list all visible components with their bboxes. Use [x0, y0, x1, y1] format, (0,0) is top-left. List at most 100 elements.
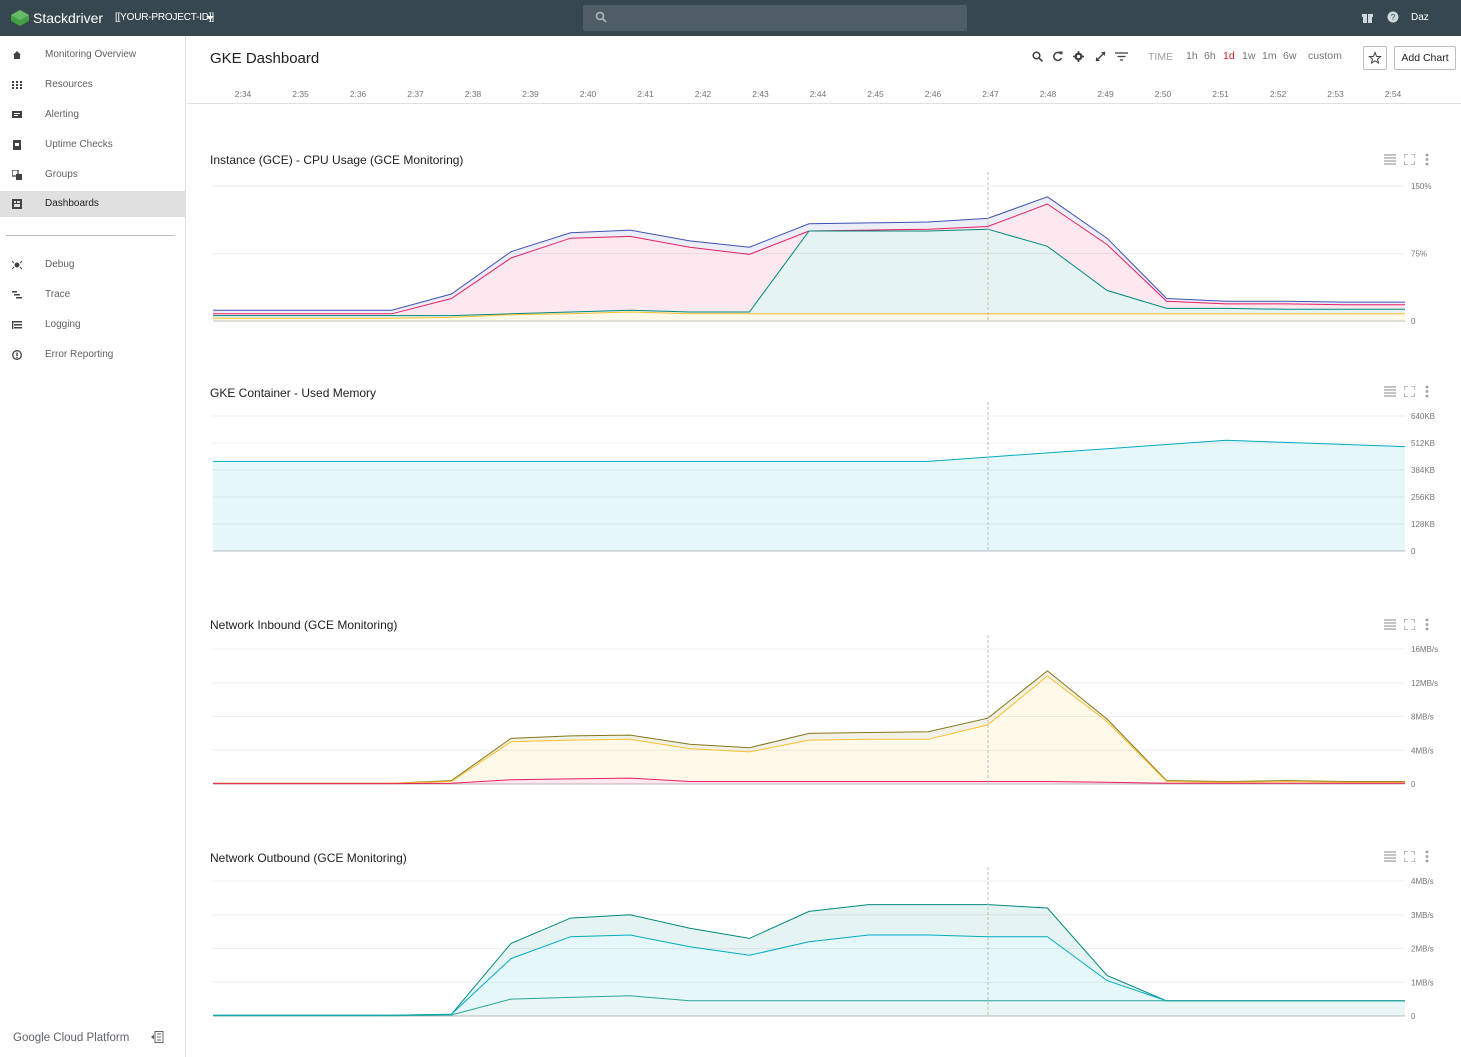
refresh-icon[interactable] — [1052, 51, 1063, 62]
y-tick-label: 8MB/s — [1411, 713, 1434, 722]
range-1h[interactable]: 1h — [1186, 50, 1198, 62]
sidebar-item-error-reporting[interactable]: Error Reporting — [0, 342, 186, 368]
debug-icon — [12, 260, 22, 270]
search-input[interactable] — [583, 5, 967, 31]
chart-title-cpu: Instance (GCE) - CPU Usage (GCE Monitori… — [210, 153, 464, 167]
network-inbound-chart[interactable]: 16MB/s 12MB/s 8MB/s 4MB/s 0 — [187, 635, 1461, 798]
groups-icon — [12, 170, 22, 180]
gcp-logo[interactable]: Google Cloud Platform — [13, 1032, 129, 1044]
grid-icon — [12, 81, 22, 89]
timeline-tick: 2:51 — [1212, 89, 1229, 99]
sidebar-item-label: Error Reporting — [45, 349, 114, 360]
dashboard-icon — [12, 199, 22, 209]
sidebar-item-uptime-checks[interactable]: Uptime Checks — [0, 132, 186, 158]
alert-icon — [12, 111, 22, 118]
home-icon — [13, 51, 21, 59]
legend-icon[interactable] — [1384, 386, 1396, 397]
help-icon[interactable]: ? — [1387, 11, 1399, 23]
fullscreen-icon[interactable] — [1404, 154, 1415, 165]
timeline-tick: 2:35 — [292, 89, 309, 99]
legend-icon[interactable] — [1384, 851, 1396, 862]
timeline-tick: 2:41 — [637, 89, 654, 99]
sidebar: Monitoring Overview Resources Alerting U… — [0, 36, 186, 1057]
range-6h[interactable]: 6h — [1204, 50, 1216, 62]
y-tick-label: 512KB — [1411, 439, 1435, 448]
y-tick-label: 150% — [1411, 182, 1431, 191]
timeline-tick: 2:45 — [867, 89, 884, 99]
expand-icon[interactable] — [1095, 51, 1106, 62]
sidebar-item-monitoring-overview[interactable]: Monitoring Overview — [0, 42, 186, 68]
timeline-tick: 2:39 — [522, 89, 539, 99]
logging-icon — [12, 321, 22, 329]
y-tick-label: 0 — [1411, 317, 1416, 326]
gift-icon[interactable] — [1362, 11, 1373, 23]
y-tick-label: 0 — [1411, 547, 1416, 556]
fullscreen-icon[interactable] — [1404, 851, 1415, 862]
timeline-tick: 2:46 — [924, 89, 942, 99]
sidebar-item-label: Logging — [45, 319, 81, 330]
network-outbound-chart[interactable]: 4MB/s 3MB/s 2MB/s 1MB/s 0 — [187, 867, 1461, 1030]
timeline-tick: 2:42 — [694, 89, 712, 99]
top-bar: Stackdriver [[YOUR-PROJECT-ID]] ? Daz — [0, 0, 1461, 36]
timeline-axis[interactable]: 2:34 2:35 2:36 2:37 2:38 2:39 2:40 2:41 2:42 2:43… — [187, 84, 1461, 104]
sidebar-item-groups[interactable]: Groups — [0, 162, 186, 188]
chart-title-memory: GKE Container - Used Memory — [210, 386, 377, 400]
timeline-tick: 2:52 — [1269, 89, 1287, 99]
more-options-icon[interactable] — [1424, 850, 1430, 863]
sidebar-item-alerting[interactable]: Alerting — [0, 102, 186, 128]
sidebar-divider — [6, 235, 175, 236]
range-1w[interactable]: 1w — [1242, 50, 1255, 62]
used-memory-chart[interactable]: 640KB 512KB 384KB 256KB 128KB 0 — [187, 402, 1461, 565]
sidebar-item-resources[interactable]: Resources — [0, 72, 186, 98]
chevron-down-icon[interactable] — [206, 16, 214, 20]
timeline-tick: 2:40 — [579, 89, 597, 99]
range-custom[interactable]: custom — [1308, 50, 1342, 62]
more-options-icon[interactable] — [1424, 385, 1430, 398]
cpu-usage-chart[interactable]: 150% 75% 0 — [187, 172, 1461, 335]
timeline-tick: 2:47 — [982, 89, 999, 99]
timeline-tick: 2:50 — [1154, 89, 1172, 99]
y-tick-label: 3MB/s — [1411, 911, 1434, 920]
more-options-icon[interactable] — [1424, 153, 1430, 166]
sidebar-item-label: Resources — [45, 79, 93, 90]
legend-icon[interactable] — [1384, 154, 1396, 165]
star-icon — [1368, 51, 1382, 65]
y-tick-label: 4MB/s — [1411, 746, 1434, 755]
stackdriver-logo-icon[interactable] — [11, 10, 29, 26]
sidebar-item-dashboards[interactable]: Dashboards — [0, 191, 186, 217]
sidebar-item-label: Debug — [45, 259, 75, 270]
timeline-tick: 2:54 — [1384, 89, 1402, 99]
settings-gear-icon[interactable] — [1073, 51, 1084, 62]
fullscreen-icon[interactable] — [1404, 386, 1415, 397]
sidebar-item-debug[interactable]: Debug — [0, 252, 186, 278]
chart-title-network-inbound: Network Inbound (GCE Monitoring) — [210, 618, 398, 632]
timeline-tick: 2:34 — [234, 89, 252, 99]
range-1m[interactable]: 1m — [1262, 50, 1277, 62]
sidebar-item-label: Alerting — [45, 109, 79, 120]
fullscreen-icon[interactable] — [1404, 619, 1415, 630]
page-title: GKE Dashboard — [210, 50, 320, 67]
filter-icon[interactable] — [1115, 51, 1128, 62]
collapse-sidebar-icon[interactable] — [151, 1031, 164, 1043]
sidebar-item-logging[interactable]: Logging — [0, 312, 186, 338]
zoom-icon[interactable] — [1032, 51, 1043, 62]
user-name[interactable]: Daz — [1411, 12, 1429, 23]
y-tick-label: 1MB/s — [1411, 978, 1434, 987]
sidebar-item-trace[interactable]: Trace — [0, 282, 186, 308]
add-chart-button[interactable]: Add Chart — [1394, 46, 1456, 70]
range-1d[interactable]: 1d — [1223, 50, 1235, 62]
search-icon — [595, 11, 607, 23]
project-selector[interactable]: [[YOUR-PROJECT-ID]] — [115, 12, 214, 23]
y-tick-label: 640KB — [1411, 412, 1435, 421]
timeline-tick: 2:48 — [1039, 89, 1057, 99]
favorite-button[interactable] — [1363, 46, 1387, 70]
y-tick-label: 2MB/s — [1411, 945, 1434, 954]
legend-icon[interactable] — [1384, 619, 1396, 630]
more-options-icon[interactable] — [1424, 618, 1430, 631]
y-tick-label: 0 — [1411, 780, 1416, 789]
series-area — [213, 676, 1405, 784]
timeline-tick: 2:37 — [407, 89, 424, 99]
trace-icon — [12, 291, 22, 299]
range-6w[interactable]: 6w — [1283, 50, 1296, 62]
app-name[interactable]: Stackdriver — [33, 10, 103, 26]
